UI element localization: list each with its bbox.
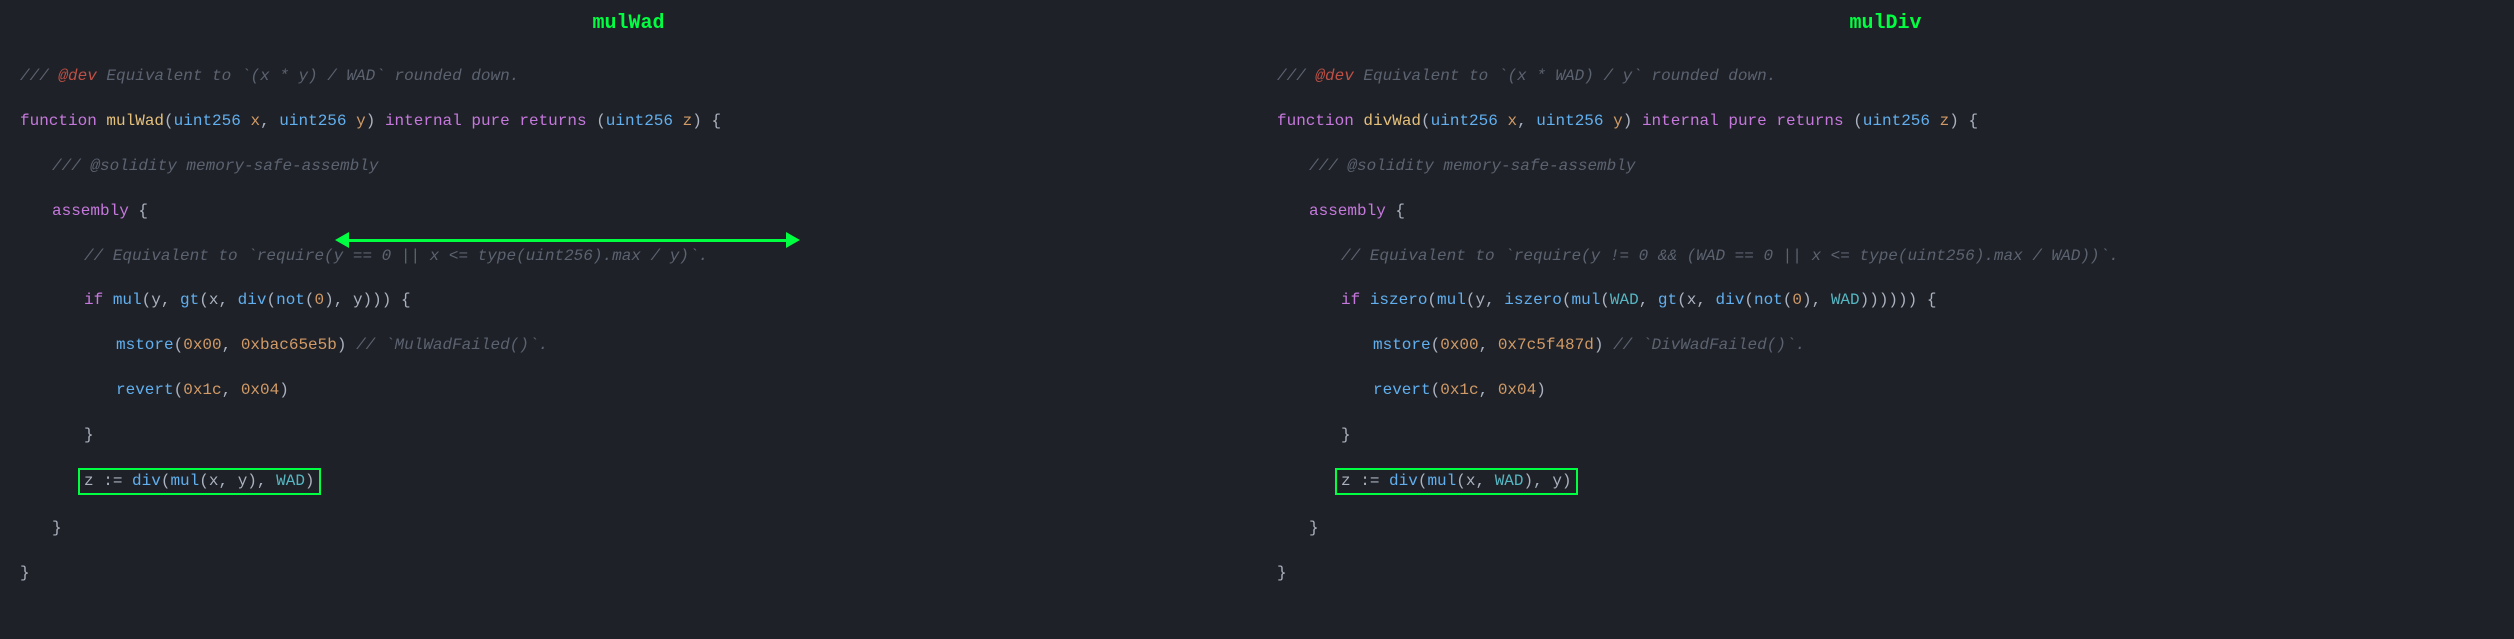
left-code: /// @dev Equivalent to `(x * y) / WAD` r…: [20, 43, 1237, 629]
assign-op-r: :=: [1360, 472, 1379, 490]
dev-prefix-r: ///: [1277, 67, 1315, 85]
arrow-line: [349, 239, 786, 242]
right-title: mulDiv: [1277, 10, 2494, 38]
y3: y: [238, 472, 248, 490]
revert-a2: 0x04: [241, 381, 279, 399]
mul2-r: mul: [1427, 472, 1456, 490]
p2-name: y: [356, 112, 366, 130]
x2: x: [209, 472, 219, 490]
fn-name: mulWad: [106, 112, 164, 130]
wad-r: WAD: [1610, 291, 1639, 309]
wad-r3: WAD: [1495, 472, 1524, 490]
arrow-right-icon: [786, 232, 800, 248]
y3-r: y: [1552, 472, 1562, 490]
zvar: z: [84, 472, 94, 490]
mstore-r: mstore: [1373, 336, 1431, 354]
require-comment-r: // Equivalent to `require(y != 0 && (WAD…: [1341, 247, 2119, 265]
mstore-a1-r: 0x00: [1440, 336, 1478, 354]
mul-r2: mul: [1571, 291, 1600, 309]
right-code: /// @dev Equivalent to `(x * WAD) / y` r…: [1277, 43, 2494, 629]
mul2: mul: [170, 472, 199, 490]
left-title: mulWad: [20, 10, 1237, 38]
gt-r: gt: [1658, 291, 1677, 309]
right-highlight: z := div(mul(x, WAD), y): [1335, 468, 1578, 494]
ret-type-r: uint256: [1863, 112, 1930, 130]
revert-a1: 0x1c: [183, 381, 221, 399]
modifiers-r: internal pure returns: [1642, 112, 1844, 130]
revert: revert: [116, 381, 174, 399]
div2-r: div: [1389, 472, 1418, 490]
p2-name-r: y: [1613, 112, 1623, 130]
fn-name-r: divWad: [1363, 112, 1421, 130]
mstore-comment: // `MulWadFailed()`.: [356, 336, 548, 354]
ret-type: uint256: [606, 112, 673, 130]
revert-a2-r: 0x04: [1498, 381, 1536, 399]
dev-prefix: ///: [20, 67, 58, 85]
iszero: iszero: [1370, 291, 1428, 309]
revert-a1-r: 0x1c: [1440, 381, 1478, 399]
p2-type: uint256: [279, 112, 346, 130]
zero: 0: [315, 291, 325, 309]
assign-op: :=: [103, 472, 122, 490]
fn-kw-r: function: [1277, 112, 1354, 130]
mstore: mstore: [116, 336, 174, 354]
zero-r: 0: [1792, 291, 1802, 309]
if-kw: if: [84, 291, 103, 309]
inline-comment-r: /// @solidity memory-safe-assembly: [1309, 157, 1635, 175]
p2-type-r: uint256: [1536, 112, 1603, 130]
asm-kw-r: assembly: [1309, 202, 1386, 220]
gt: gt: [180, 291, 199, 309]
x-r: x: [1687, 291, 1697, 309]
mul-r: mul: [1437, 291, 1466, 309]
dev-tag-r: @dev: [1315, 67, 1353, 85]
fn-kw: function: [20, 112, 97, 130]
inline-comment: /// @solidity memory-safe-assembly: [52, 157, 378, 175]
mstore-a2-r: 0x7c5f487d: [1498, 336, 1594, 354]
p1-type: uint256: [174, 112, 241, 130]
asm-kw: assembly: [52, 202, 129, 220]
p1-name-r: x: [1507, 112, 1517, 130]
ret-name-r: z: [1940, 112, 1950, 130]
y-r: y: [1475, 291, 1485, 309]
div: div: [238, 291, 267, 309]
wad-r2: WAD: [1831, 291, 1860, 309]
p1-type-r: uint256: [1431, 112, 1498, 130]
mstore-a1: 0x00: [183, 336, 221, 354]
not-r: not: [1754, 291, 1783, 309]
y: y: [151, 291, 161, 309]
modifiers: internal pure returns: [385, 112, 587, 130]
div-r: div: [1716, 291, 1745, 309]
left-highlight: z := div(mul(x, y), WAD): [78, 468, 321, 494]
not: not: [276, 291, 305, 309]
revert-r: revert: [1373, 381, 1431, 399]
left-column: mulWad /// @dev Equivalent to `(x * y) /…: [0, 10, 1257, 629]
y2: y: [353, 291, 363, 309]
zvar-r: z: [1341, 472, 1351, 490]
arrow-left-icon: [335, 232, 349, 248]
mstore-a2: 0xbac65e5b: [241, 336, 337, 354]
mstore-comment-r: // `DivWadFailed()`.: [1613, 336, 1805, 354]
right-column: mulDiv /// @dev Equivalent to `(x * WAD)…: [1257, 10, 2514, 629]
mul: mul: [113, 291, 142, 309]
iszero2: iszero: [1504, 291, 1562, 309]
x: x: [209, 291, 219, 309]
p1-name: x: [250, 112, 260, 130]
wad: WAD: [276, 472, 305, 490]
div2: div: [132, 472, 161, 490]
dev-text-r: Equivalent to `(x * WAD) / y` rounded do…: [1354, 67, 1776, 85]
if-kw-r: if: [1341, 291, 1360, 309]
dev-text: Equivalent to `(x * y) / WAD` rounded do…: [97, 67, 519, 85]
x2-r: x: [1466, 472, 1476, 490]
ret-name: z: [683, 112, 693, 130]
dev-tag: @dev: [58, 67, 96, 85]
arrow-connector: [335, 230, 800, 250]
